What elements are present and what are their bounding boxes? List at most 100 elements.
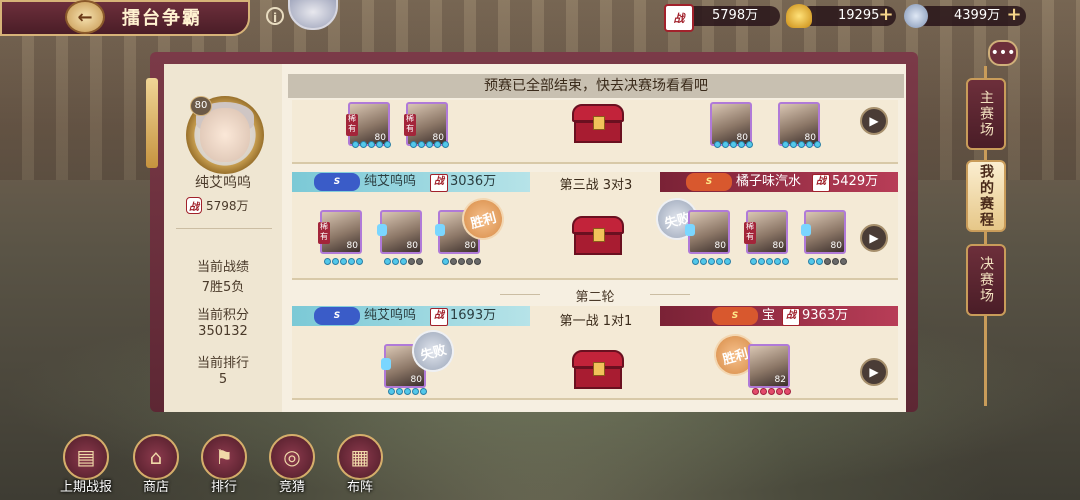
stat-rank-value: 5 (218, 372, 228, 387)
hero-level: 80 (346, 241, 358, 251)
nav-last-report[interactable]: ▤ 上期战报 (58, 434, 114, 498)
round-divider-right (650, 294, 690, 295)
hero-stars (410, 141, 449, 149)
scroll-icon: ▤ (63, 434, 109, 480)
player-power: 战 5798万 (186, 197, 249, 214)
replay-video-button[interactable]: ▶ (860, 224, 888, 252)
right-player-bar: S 橘子味汽水 战 5429万 (660, 172, 898, 192)
hero-level: 80 (714, 241, 726, 251)
stat-points-label: 当前积分 (196, 308, 249, 323)
tab-main-arena[interactable]: 主赛场 (966, 78, 1006, 150)
ranking-banner-icon: ⚑ (201, 434, 247, 480)
hero-level: 80 (464, 241, 476, 251)
hero-stars (714, 141, 753, 149)
hero-card[interactable]: 稀有 80 (346, 102, 390, 146)
hero-card[interactable]: 80 (685, 210, 730, 254)
hero-stars (324, 258, 363, 266)
nav-shop[interactable]: ⌂ 商店 (128, 434, 184, 498)
hero-stars (782, 141, 821, 149)
resource-silver-value: 4399万 (954, 8, 1001, 23)
treasure-chest-icon[interactable] (572, 104, 624, 144)
back-button[interactable]: ← (60, 0, 110, 34)
battle-title: 第三战 3对3 (559, 178, 633, 193)
avatar[interactable] (200, 108, 250, 162)
battle-power-icon: 战 (430, 174, 448, 192)
gem-icon (801, 224, 811, 236)
left-player-power: 1693万 (450, 308, 497, 323)
nav-label: 布阵 (346, 480, 373, 495)
resource-gold-value: 19295 (838, 8, 880, 23)
nav-label: 排行 (210, 480, 237, 495)
server-logo-icon: S (712, 307, 758, 325)
tab-my-schedule[interactable]: 我的赛程 (966, 160, 1006, 232)
nav-formation[interactable]: ▦ 布阵 (332, 434, 388, 498)
level-badge: 80 (190, 96, 212, 116)
stat-record-label: 当前战绩 (196, 260, 249, 275)
right-player-name: 宝 (762, 308, 776, 323)
treasure-chest-icon[interactable] (572, 350, 624, 390)
nav-label: 上期战报 (59, 480, 112, 495)
player-power-value: 5798万 (206, 199, 249, 213)
page-title: 擂台争霸 (122, 8, 202, 29)
left-player-name: 纯艾呜呜 (364, 174, 417, 189)
hero-card[interactable]: 80 (801, 210, 846, 254)
nav-label: 竞猜 (278, 480, 305, 495)
add-silver-button[interactable]: + (1006, 6, 1022, 24)
scroll-ornament (146, 78, 158, 168)
hero-level: 80 (830, 241, 842, 251)
server-logo-icon: S (314, 307, 360, 325)
gem-icon (377, 224, 387, 236)
coins-icon: ◎ (269, 434, 315, 480)
hero-card[interactable]: 80 (778, 102, 820, 146)
gem-icon (381, 358, 391, 370)
player-name: 纯艾呜呜 (195, 175, 251, 191)
chat-icon[interactable]: ••• (988, 40, 1018, 66)
nav-guess[interactable]: ◎ 竞猜 (264, 434, 320, 498)
right-player-power: 9363万 (802, 308, 849, 323)
stat-record-value: 7胜5负 (201, 280, 245, 295)
hero-card[interactable]: 稀有 80 (744, 210, 788, 254)
right-player-power: 5429万 (832, 174, 879, 189)
server-logo-icon: S (686, 173, 732, 191)
battle-power-icon: 战 (812, 174, 830, 192)
hero-stars (752, 388, 791, 396)
hero-card[interactable]: 稀有 80 (318, 210, 362, 254)
tab-finals[interactable]: 决赛场 (966, 244, 1006, 316)
hero-level: 80 (406, 241, 418, 251)
hero-stars (442, 258, 481, 266)
round-divider-left (500, 294, 540, 295)
right-player-bar: S 宝 战 9363万 (660, 306, 898, 326)
battle-power-icon: 战 (430, 308, 448, 326)
hero-card[interactable]: 稀有 80 (404, 102, 448, 146)
battle-power-icon: 战 (186, 197, 202, 214)
nav-label: 商店 (142, 480, 169, 495)
info-icon[interactable]: i (266, 7, 284, 25)
rarity-tag: 稀有 (404, 114, 416, 136)
replay-video-button[interactable]: ▶ (860, 358, 888, 386)
battle-power-icon: 战 (664, 4, 694, 32)
back-arrow-icon: ← (65, 0, 105, 34)
stat-rank-label: 当前排行 (196, 356, 249, 371)
hero-level: 82 (774, 375, 786, 385)
hero-card[interactable]: 80 (710, 102, 752, 146)
hero-card[interactable]: 80 (377, 210, 422, 254)
silver-coin-icon (904, 4, 928, 28)
hero-stars (388, 388, 427, 396)
resource-power-value: 5798万 (712, 8, 759, 23)
replay-video-button[interactable]: ▶ (860, 107, 888, 135)
treasure-chest-icon[interactable] (572, 216, 624, 256)
hero-stars (692, 258, 731, 266)
round-title: 第二轮 (575, 290, 615, 305)
battle-title: 第一战 1对1 (559, 314, 633, 329)
stat-points-value: 350132 (198, 324, 248, 339)
formation-grid-icon: ▦ (337, 434, 383, 480)
left-player-bar: S 纯艾呜呜 战 3036万 (292, 172, 530, 192)
add-gold-button[interactable]: + (878, 6, 894, 24)
rarity-tag: 稀有 (744, 222, 756, 244)
right-player-name: 橘子味汽水 (736, 174, 802, 189)
gem-icon (435, 224, 445, 236)
hero-stars (352, 141, 391, 149)
nav-ranking[interactable]: ⚑ 排行 (196, 434, 252, 498)
notice-banner: 预赛已全部结束，快去决赛场看看吧 (288, 74, 904, 98)
hero-card[interactable]: 82 (748, 344, 790, 388)
